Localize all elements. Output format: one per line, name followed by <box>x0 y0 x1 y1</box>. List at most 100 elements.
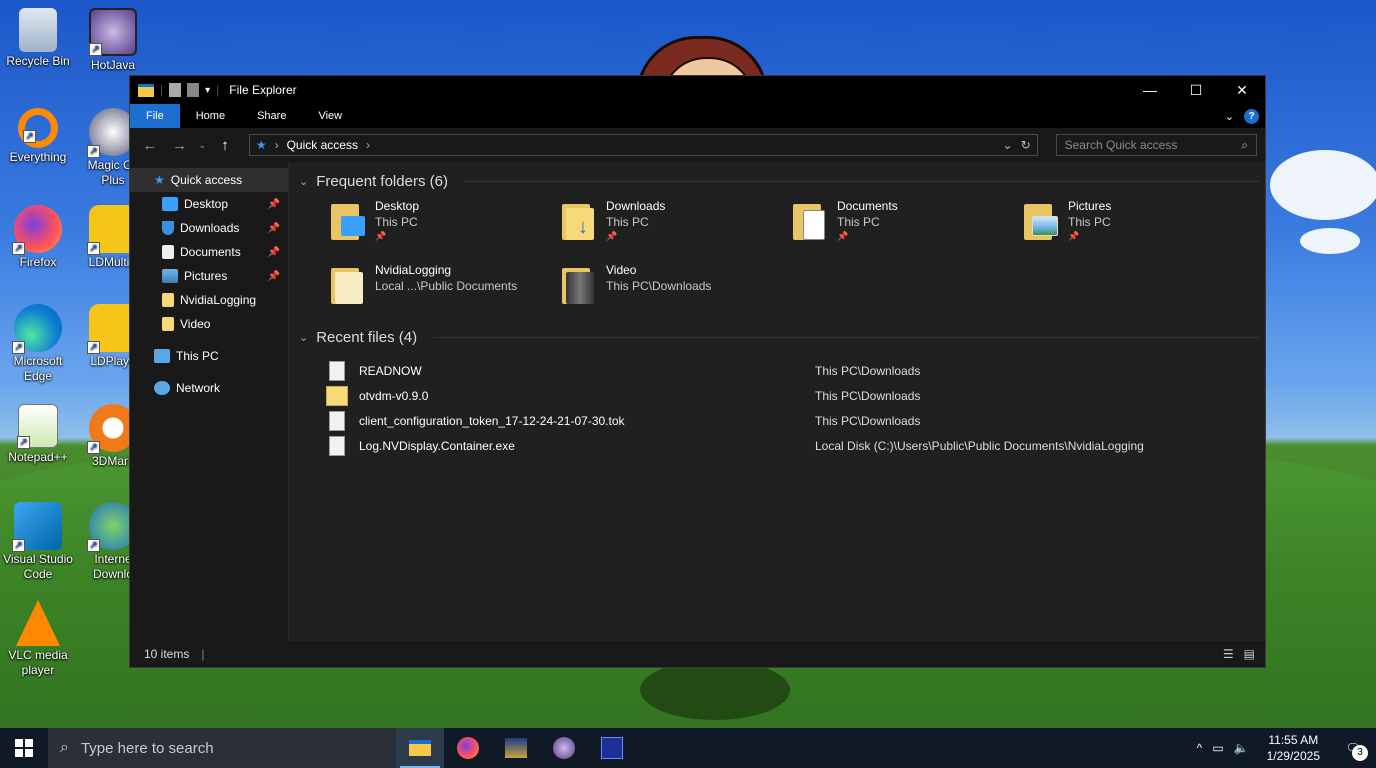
nav-item-quick-access[interactable]: ★ Quick access <box>130 168 288 192</box>
details-view-icon[interactable]: ☰ <box>1223 647 1234 661</box>
list-item[interactable]: Log.NVDisplay.Container.exe Local Disk (… <box>329 433 1265 458</box>
notification-center-button[interactable]: 🗨 3 <box>1338 741 1368 761</box>
desktop-icon-label: VLC media player <box>8 648 68 677</box>
folder-location: Local ...\Public Documents <box>375 279 518 293</box>
clock[interactable]: 11:55 AM 1/29/2025 <box>1259 732 1328 764</box>
taskbar-file-explorer[interactable] <box>396 728 444 768</box>
nav-item-pictures[interactable]: Pictures 📌 <box>130 264 288 288</box>
nav-item-documents[interactable]: Documents 📌 <box>130 240 288 264</box>
desktop-icon-label: Visual Studio Code <box>3 552 73 581</box>
tab-share[interactable]: Share <box>241 104 302 128</box>
desktop-icon-recycle-bin[interactable]: Recycle Bin <box>1 8 75 69</box>
tab-home[interactable]: Home <box>180 104 241 128</box>
address-bar[interactable]: ★ › Quick access › ⌄ ↻ <box>248 134 1038 156</box>
desktop-icon-edge[interactable]: ↗ Microsoft Edge <box>1 304 75 384</box>
nav-item-label: This PC <box>176 349 219 363</box>
expand-ribbon-icon[interactable]: ⌄ <box>1225 110 1234 123</box>
nav-item-desktop[interactable]: Desktop 📌 <box>130 192 288 216</box>
ribbon: File Home Share View ⌄ ? <box>130 104 1265 128</box>
recent-files-header[interactable]: ⌄ Recent files (4) <box>299 322 1265 352</box>
search-icon: ⌕ <box>60 739 69 756</box>
help-icon[interactable]: ? <box>1244 108 1259 124</box>
list-item[interactable]: READNOW This PC\Downloads <box>329 358 1265 383</box>
desktop-icon-vscode[interactable]: ↗ Visual Studio Code <box>1 502 75 582</box>
volume-muted-icon[interactable]: 🔈 <box>1234 741 1249 755</box>
nav-item-downloads[interactable]: Downloads 📌 <box>130 216 288 240</box>
nav-item-nvidialogging[interactable]: NvidiaLogging <box>130 288 288 312</box>
large-icons-view-icon[interactable]: ▤ <box>1244 647 1255 661</box>
nav-item-network[interactable]: Network <box>130 376 288 400</box>
forward-button[interactable]: → <box>168 137 192 154</box>
taskbar-search-box[interactable]: ⌕ Type here to search <box>48 728 396 768</box>
pin-icon: 📌 <box>267 222 280 234</box>
properties-icon[interactable] <box>169 83 182 97</box>
folder-tile-desktop[interactable]: Desktop This PC 📌 <box>329 198 560 254</box>
navigation-bar: ← → ⌄ ↑ ★ › Quick access › ⌄ ↻ Search Qu… <box>130 128 1265 162</box>
file-name: client_configuration_token_17-12-24-21-0… <box>359 413 625 428</box>
folder-icon <box>162 293 174 307</box>
text-file-icon <box>329 360 345 381</box>
taskbar-app-5[interactable] <box>588 728 636 768</box>
show-hidden-icons-icon[interactable]: ^ <box>1197 741 1203 755</box>
breadcrumb-quick-access[interactable]: Quick access <box>287 138 358 152</box>
time: 11:55 AM <box>1268 733 1319 747</box>
folder-tile-pictures[interactable]: Pictures This PC 📌 <box>1022 198 1253 254</box>
minimize-button[interactable]: — <box>1127 76 1173 104</box>
start-button[interactable] <box>0 728 48 768</box>
breadcrumb-separator-icon: › <box>274 138 279 152</box>
back-button[interactable]: ← <box>138 137 162 154</box>
recycle-bin-icon <box>19 8 57 52</box>
folder-tile-downloads[interactable]: ↓ Downloads This PC 📌 <box>560 198 791 254</box>
taskbar-hotjava[interactable] <box>540 728 588 768</box>
file-path: This PC\Downloads <box>815 413 921 428</box>
customize-toolbar-icon[interactable]: ▾ <box>205 85 210 96</box>
taskbar-firefox[interactable] <box>444 728 492 768</box>
folder-tile-video[interactable]: Video This PC\Downloads <box>560 262 791 318</box>
desktop-icon-vlc[interactable]: VLC media player <box>1 600 75 678</box>
list-item[interactable]: client_configuration_token_17-12-24-21-0… <box>329 408 1265 433</box>
folder-tile-documents[interactable]: Documents This PC 📌 <box>791 198 1022 254</box>
documents-folder-icon <box>791 198 829 244</box>
nav-item-this-pc[interactable]: This PC <box>130 344 288 368</box>
status-bar: 10 items | ☰ ▤ <box>130 641 1265 667</box>
nav-item-video[interactable]: Video <box>130 312 288 336</box>
documents-icon <box>162 245 174 259</box>
desktop-icon-firefox[interactable]: ↗ Firefox <box>1 205 75 270</box>
folder-tile-nvidialogging[interactable]: NvidiaLogging Local ...\Public Documents <box>329 262 560 318</box>
maximize-button[interactable]: ☐ <box>1173 76 1219 104</box>
breadcrumb-separator-icon[interactable]: › <box>366 138 370 152</box>
list-item[interactable]: otvdm-v0.9.0 This PC\Downloads <box>326 383 1265 408</box>
search-box[interactable]: Search Quick access ⌕ <box>1055 134 1257 156</box>
search-icon: ⌕ <box>1241 137 1248 152</box>
text-file-icon <box>329 435 345 456</box>
pin-icon: 📌 <box>375 231 387 241</box>
vlc-icon <box>16 600 60 646</box>
frequent-folders-header[interactable]: ⌄ Frequent folders (6) <box>299 166 1265 196</box>
folder-name: Downloads <box>606 199 666 213</box>
recent-locations-button[interactable]: ⌄ <box>197 140 207 151</box>
new-folder-icon[interactable] <box>187 83 200 97</box>
desktop-icon-notepadpp[interactable]: ↗ Notepad++ <box>1 404 75 465</box>
taskbar-search-placeholder: Type here to search <box>80 739 214 757</box>
folder-app-icon <box>138 83 154 97</box>
desktop-icon-hotjava[interactable]: ↗ HotJava <box>76 8 150 73</box>
pin-icon: 📌 <box>267 198 280 210</box>
folder-name: Desktop <box>375 199 420 213</box>
taskbar-app-3[interactable] <box>492 728 540 768</box>
nav-item-label: Downloads <box>180 221 240 235</box>
folder-location: This PC <box>1068 215 1111 229</box>
address-dropdown-icon[interactable]: ⌄ <box>1003 138 1013 152</box>
content-pane: ⌄ Frequent folders (6) Desktop This PC 📌 ↓… <box>289 162 1265 641</box>
desktop-icon-label: Notepad++ <box>8 450 68 464</box>
tab-file[interactable]: File <box>130 104 180 128</box>
file-icon <box>329 410 345 431</box>
close-button[interactable]: ✕ <box>1219 76 1265 104</box>
up-button[interactable]: ↑ <box>213 137 237 154</box>
collapse-chevron-icon: ⌄ <box>299 175 309 188</box>
network-icon[interactable]: ▭ <box>1212 741 1223 755</box>
collapse-chevron-icon: ⌄ <box>299 331 309 344</box>
tab-view[interactable]: View <box>302 104 358 128</box>
desktop-icon-everything[interactable]: ↗ Everything <box>1 108 75 165</box>
refresh-icon[interactable]: ↻ <box>1021 138 1031 152</box>
pin-icon: 📌 <box>1068 231 1080 241</box>
